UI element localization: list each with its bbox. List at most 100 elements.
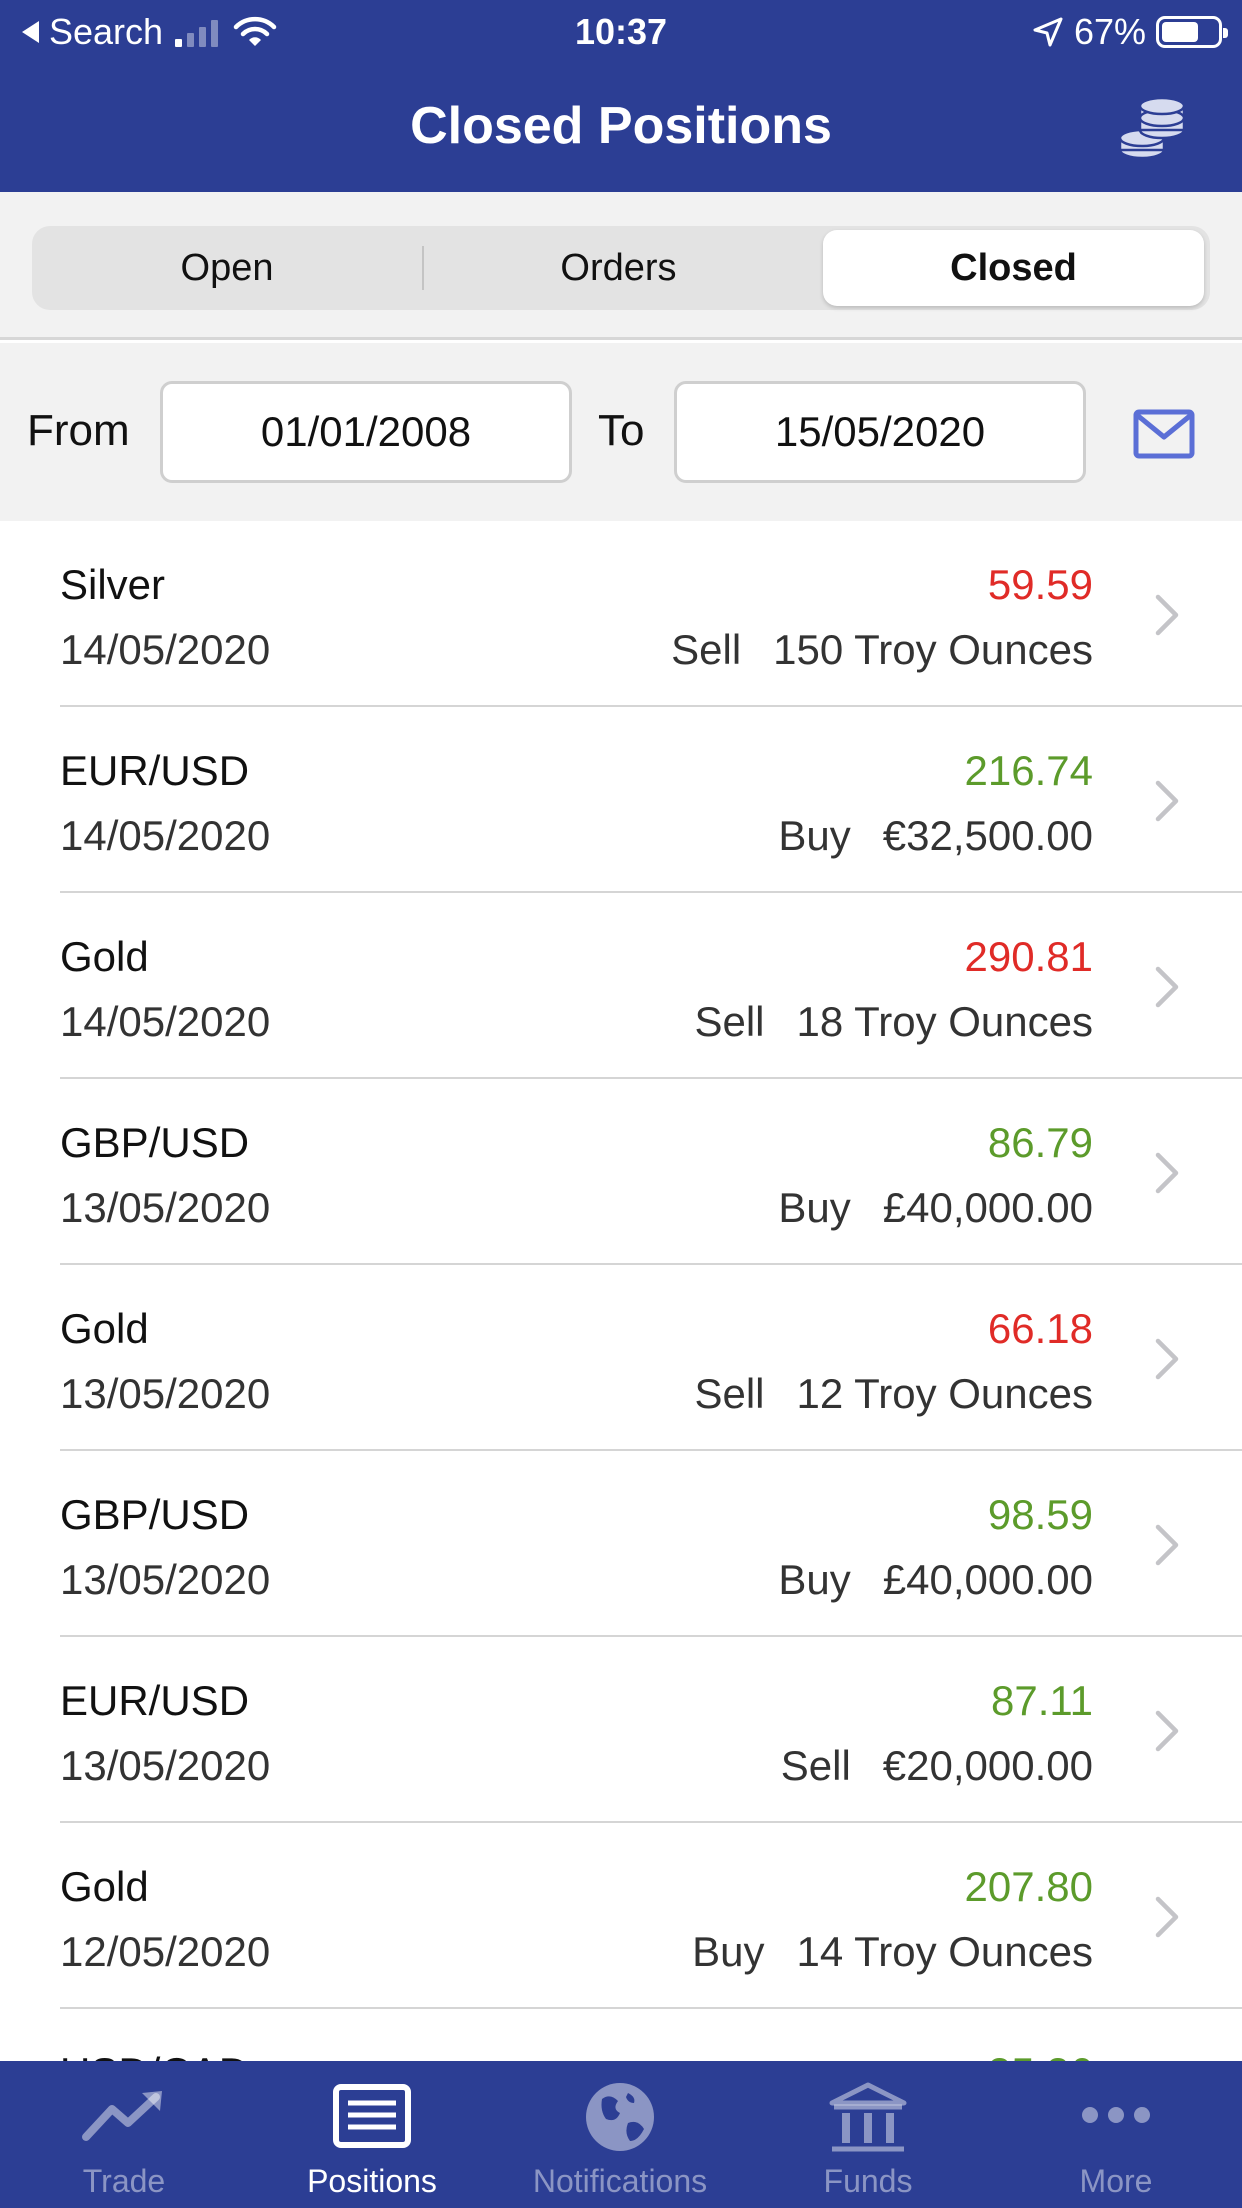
position-size: €20,000.00: [882, 1742, 1093, 1789]
position-size: £40,000.00: [882, 1184, 1093, 1231]
position-instrument: Gold: [60, 1863, 149, 1910]
tab-closed[interactable]: Closed: [823, 230, 1204, 306]
from-label: From: [27, 406, 130, 455]
position-date: 13/05/2020: [60, 1184, 271, 1231]
position-size: £40,000.00: [882, 1556, 1093, 1603]
coins-stack-icon[interactable]: [1116, 90, 1188, 160]
position-size: 14 Troy Ounces: [796, 1928, 1093, 1975]
list-icon: [333, 2084, 411, 2148]
position-row[interactable]: USD/CAD 35.36: [0, 2009, 1242, 2061]
tab-funds-label: Funds: [823, 2163, 913, 2199]
chevron-right-icon: [1155, 1338, 1179, 1380]
position-row[interactable]: Silver 14/05/2020 59.59 Sell 150 Troy Oun…: [0, 521, 1242, 707]
position-date: 13/05/2020: [60, 1742, 271, 1789]
position-trade-details: Buy £40,000.00: [778, 1180, 1093, 1236]
position-trade-details: Buy 14 Troy Ounces: [692, 1924, 1093, 1980]
position-date: 13/05/2020: [60, 1370, 271, 1417]
position-profit-loss: 207.80: [964, 1863, 1093, 1910]
tab-funds[interactable]: Funds: [744, 2061, 992, 2208]
position-profit-loss: 86.79: [987, 1119, 1093, 1166]
position-instrument: USD/CAD: [60, 2045, 249, 2061]
position-row[interactable]: GBP/USD 13/05/2020 86.79 Buy £40,000.00: [0, 1079, 1242, 1265]
position-row[interactable]: EUR/USD 13/05/2020 87.11 Sell €20,000.00: [0, 1637, 1242, 1823]
position-instrument: Gold: [60, 933, 149, 980]
segment-area: Open Orders Closed: [0, 192, 1242, 340]
status-right: 67%: [1032, 10, 1228, 54]
battery-percentage: 67%: [1073, 11, 1146, 52]
chevron-right-icon: [1155, 1152, 1179, 1194]
position-side: Sell: [694, 1370, 765, 1417]
position-instrument: GBP/USD: [60, 1119, 250, 1166]
position-profit-loss: 290.81: [964, 933, 1093, 980]
bank-icon: [829, 2082, 907, 2152]
position-instrument: Silver: [60, 561, 166, 608]
position-profit-loss: 66.18: [987, 1305, 1093, 1352]
position-side: Buy: [778, 1184, 851, 1231]
app-header: Search 10:37 67% Closed Positions: [0, 0, 1242, 192]
position-profit-loss: 35.36: [988, 2045, 1093, 2061]
position-instrument: Gold: [60, 1305, 149, 1352]
tab-positions-label: Positions: [307, 2163, 437, 2199]
position-size: 150 Troy Ounces: [773, 626, 1093, 673]
position-trade-details: Buy £40,000.00: [778, 1552, 1093, 1608]
position-side: Buy: [778, 1556, 851, 1603]
position-date: 12/05/2020: [60, 1928, 271, 1975]
position-date: 14/05/2020: [60, 626, 271, 673]
tab-notifications[interactable]: Notifications: [496, 2061, 744, 2208]
more-dots-icon: [1082, 2107, 1150, 2123]
position-trade-details: Sell 12 Troy Ounces: [694, 1366, 1093, 1422]
position-date: 14/05/2020: [60, 812, 271, 859]
position-row[interactable]: GBP/USD 13/05/2020 98.59 Buy £40,000.00: [0, 1451, 1242, 1637]
closed-positions-list: Silver 14/05/2020 59.59 Sell 150 Troy Oun…: [0, 521, 1242, 2061]
position-row[interactable]: EUR/USD 14/05/2020 216.74 Buy €32,500.00: [0, 707, 1242, 893]
position-side: Sell: [671, 626, 742, 673]
position-date: 13/05/2020: [60, 1556, 271, 1603]
battery-icon: [1156, 16, 1228, 48]
tab-more[interactable]: More: [992, 2061, 1240, 2208]
tab-trade[interactable]: Trade: [0, 2061, 248, 2208]
position-instrument: GBP/USD: [60, 1491, 250, 1538]
position-trade-details: Sell €20,000.00: [781, 1738, 1093, 1794]
tab-positions[interactable]: Positions: [248, 2061, 496, 2208]
location-arrow-icon: [1033, 17, 1063, 47]
trend-icon: [82, 2091, 162, 2141]
chevron-right-icon: [1155, 966, 1179, 1008]
position-trade-details: Buy €32,500.00: [778, 808, 1093, 864]
position-size: 18 Troy Ounces: [796, 998, 1093, 1045]
position-side: Sell: [694, 998, 765, 1045]
tab-trade-label: Trade: [82, 2163, 166, 2199]
positions-segmented-control: Open Orders Closed: [32, 226, 1210, 310]
chevron-right-icon: [1155, 780, 1179, 822]
status-bar: Search 10:37 67%: [0, 0, 1242, 64]
tab-open[interactable]: Open: [32, 226, 422, 310]
from-date-field[interactable]: 01/01/2008: [160, 381, 572, 483]
chevron-right-icon: [1155, 594, 1179, 636]
page-title: Closed Positions: [410, 97, 832, 155]
position-profit-loss: 216.74: [964, 747, 1093, 794]
position-date: 14/05/2020: [60, 998, 271, 1045]
position-profit-loss: 87.11: [991, 1677, 1093, 1724]
email-icon[interactable]: [1133, 409, 1195, 459]
position-size: €32,500.00: [882, 812, 1093, 859]
position-size: 12 Troy Ounces: [796, 1370, 1093, 1417]
position-profit-loss: 59.59: [987, 561, 1093, 608]
position-trade-details: Sell 18 Troy Ounces: [694, 994, 1093, 1050]
to-label: To: [598, 406, 645, 455]
position-side: Buy: [778, 812, 851, 859]
tab-more-label: More: [1079, 2163, 1153, 2199]
tab-orders[interactable]: Orders: [422, 226, 815, 310]
position-trade-details: Sell 150 Troy Ounces: [671, 622, 1093, 678]
tab-notifications-label: Notifications: [532, 2163, 708, 2199]
to-date-field[interactable]: 15/05/2020: [674, 381, 1086, 483]
position-row[interactable]: Gold 14/05/2020 290.81 Sell 18 Troy Ounce…: [0, 893, 1242, 1079]
bottom-tab-bar: Trade Positions Notifications Funds More: [0, 2061, 1242, 2208]
date-filter: From 01/01/2008 To 15/05/2020: [0, 343, 1242, 521]
position-row[interactable]: Gold 12/05/2020 207.80 Buy 14 Troy Ounces: [0, 1823, 1242, 2009]
position-row[interactable]: Gold 13/05/2020 66.18 Sell 12 Troy Ounces: [0, 1265, 1242, 1451]
position-instrument: EUR/USD: [60, 1677, 250, 1724]
globe-icon: [586, 2083, 654, 2151]
position-side: Buy: [692, 1928, 765, 1975]
position-instrument: EUR/USD: [60, 747, 250, 794]
chevron-right-icon: [1155, 1710, 1179, 1752]
chevron-right-icon: [1155, 1524, 1179, 1566]
